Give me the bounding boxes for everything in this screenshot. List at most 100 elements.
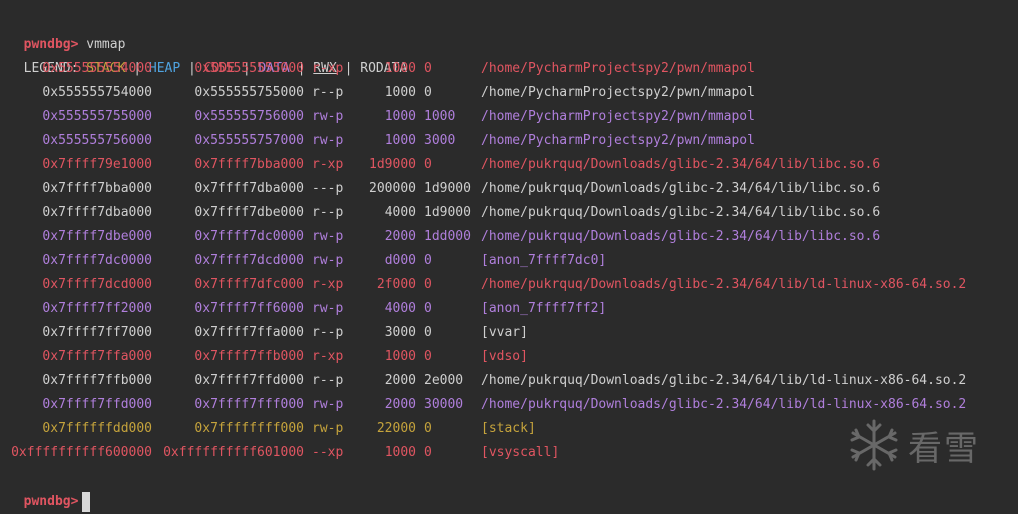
vmmap-offset: 30000 xyxy=(424,397,464,412)
vmmap-start: 0x7ffff7ffd000 xyxy=(42,397,152,412)
vmmap-perms: --xp xyxy=(312,445,344,460)
vmmap-offset: 0 xyxy=(424,349,432,364)
vmmap-perms: rw-p xyxy=(312,253,344,268)
vmmap-start: 0x555555554000 xyxy=(42,61,152,76)
vmmap-perms: ---p xyxy=(312,181,344,196)
vmmap-file: /home/PycharmProjectspy2/pwn/mmapol xyxy=(481,109,755,124)
vmmap-file: /home/pukrquq/Downloads/glibc-2.34/64/li… xyxy=(481,181,881,196)
vmmap-file: /home/pukrquq/Downloads/glibc-2.34/64/li… xyxy=(481,373,967,388)
vmmap-offset: 1d9000 xyxy=(424,181,471,196)
vmmap-perms: rw-p xyxy=(312,421,344,436)
vmmap-size: d000 xyxy=(384,253,416,268)
vmmap-perms: r--p xyxy=(312,325,344,340)
vmmap-file: /home/pukrquq/Downloads/glibc-2.34/64/li… xyxy=(481,205,881,220)
vmmap-file: [stack] xyxy=(481,421,536,436)
vmmap-end: 0x7ffffffff000 xyxy=(194,421,304,436)
vmmap-offset: 0 xyxy=(424,325,432,340)
vmmap-start: 0x7ffff7dba000 xyxy=(42,205,152,220)
prompt-label: pwndbg> xyxy=(23,494,79,509)
vmmap-size: 1000 xyxy=(384,109,416,124)
vmmap-row: 0x7ffff7ffd000 0x7ffff7fff000 rw-p 2000 3000… xyxy=(0,393,1018,417)
vmmap-perms: r--p xyxy=(312,373,344,388)
vmmap-offset: 0 xyxy=(424,157,432,172)
vmmap-end: 0x7ffff7ffb000 xyxy=(194,349,304,364)
vmmap-offset: 2e000 xyxy=(424,373,464,388)
vmmap-row: 0x7ffff7dc0000 0x7ffff7dcd000 rw-p d000 0 [an… xyxy=(0,249,1018,273)
vmmap-size: 1000 xyxy=(384,85,416,100)
vmmap-offset: 0 xyxy=(424,253,432,268)
vmmap-offset: 3000 xyxy=(424,133,456,148)
vmmap-offset: 0 xyxy=(424,61,432,76)
vmmap-size: 4000 xyxy=(384,301,416,316)
vmmap-end: 0x555555757000 xyxy=(194,133,304,148)
vmmap-file: /home/pukrquq/Downloads/glibc-2.34/64/li… xyxy=(481,229,881,244)
vmmap-row: 0x7ffff7ffb000 0x7ffff7ffd000 r--p 2000 2e00… xyxy=(0,369,1018,393)
vmmap-file: [vdso] xyxy=(481,349,528,364)
vmmap-start: 0x7ffff7bba000 xyxy=(42,181,152,196)
vmmap-perms: r--p xyxy=(312,205,344,220)
snowflake-icon xyxy=(850,419,898,471)
vmmap-start: 0x555555755000 xyxy=(42,109,152,124)
vmmap-end: 0x7ffff7fff000 xyxy=(194,397,304,412)
vmmap-start: 0xffffffffff600000 xyxy=(11,445,152,460)
vmmap-size: 4000 xyxy=(384,205,416,220)
vmmap-file: [anon_7ffff7dc0] xyxy=(481,253,607,268)
vmmap-offset: 1d9000 xyxy=(424,205,471,220)
vmmap-size: 2f000 xyxy=(376,277,416,292)
vmmap-end: 0x7ffff7dba000 xyxy=(194,181,304,196)
vmmap-row: 0x555555755000 0x555555756000 rw-p 1000 1000… xyxy=(0,105,1018,129)
vmmap-size: 1d9000 xyxy=(369,157,416,172)
vmmap-offset: 1000 xyxy=(424,109,456,124)
prompt-line-2[interactable]: pwndbg> xyxy=(8,466,91,512)
vmmap-row: 0x7ffff7ffa000 0x7ffff7ffb000 r-xp 1000 0 [vd… xyxy=(0,345,1018,369)
vmmap-offset: 0 xyxy=(424,421,432,436)
prompt-line-1: pwndbg> vmmap xyxy=(8,9,126,52)
vmmap-perms: r-xp xyxy=(312,157,344,172)
vmmap-row: 0x555555756000 0x555555757000 rw-p 1000 3000… xyxy=(0,129,1018,153)
vmmap-end: 0x7ffff7dc0000 xyxy=(194,229,304,244)
vmmap-end: 0x7ffff7dfc000 xyxy=(194,277,304,292)
vmmap-end: 0x7ffff7ffd000 xyxy=(194,373,304,388)
vmmap-size: 2000 xyxy=(384,229,416,244)
vmmap-end: 0x7ffff7dbe000 xyxy=(194,205,304,220)
vmmap-start: 0x555555754000 xyxy=(42,85,152,100)
vmmap-end: 0x7ffff7bba000 xyxy=(194,157,304,172)
vmmap-start: 0x7ffff7ffb000 xyxy=(42,373,152,388)
vmmap-perms: r-xp xyxy=(312,277,344,292)
vmmap-start: 0x7ffff7dcd000 xyxy=(42,277,152,292)
vmmap-offset: 0 xyxy=(424,301,432,316)
vmmap-row: 0x555555754000 0x555555755000 r--p 1000 0/ho… xyxy=(0,81,1018,105)
vmmap-end: 0x7ffff7ffa000 xyxy=(194,325,304,340)
vmmap-file: [vsyscall] xyxy=(481,445,560,460)
vmmap-perms: rw-p xyxy=(312,133,344,148)
vmmap-size: 2000 xyxy=(384,397,416,412)
vmmap-start: 0x7ffff7ffa000 xyxy=(42,349,152,364)
watermark-text: 看雪 xyxy=(908,428,980,469)
watermark: 看雪 xyxy=(846,415,1006,475)
vmmap-start: 0x7ffff79e1000 xyxy=(42,157,152,172)
vmmap-perms: rw-p xyxy=(312,301,344,316)
vmmap-size: 200000 xyxy=(369,181,416,196)
vmmap-perms: r--p xyxy=(312,85,344,100)
vmmap-row: 0x7ffff7dcd000 0x7ffff7dfc000 r-xp 2f000 0/h… xyxy=(0,273,1018,297)
vmmap-start: 0x7ffffffdd000 xyxy=(42,421,152,436)
vmmap-start: 0x7ffff7dc0000 xyxy=(42,253,152,268)
vmmap-perms: rw-p xyxy=(312,397,344,412)
vmmap-size: 1000 xyxy=(384,133,416,148)
vmmap-start: 0x7ffff7ff2000 xyxy=(42,301,152,316)
vmmap-file: [anon_7ffff7ff2] xyxy=(481,301,607,316)
vmmap-row: 0x555555554000 0x555555555000 r-xp 1000 0/ho… xyxy=(0,57,1018,81)
vmmap-file: /home/PycharmProjectspy2/pwn/mmapol xyxy=(481,85,755,100)
vmmap-file: /home/PycharmProjectspy2/pwn/mmapol xyxy=(481,133,755,148)
vmmap-end: 0x555555555000 xyxy=(194,61,304,76)
vmmap-offset: 0 xyxy=(424,445,432,460)
vmmap-file: /home/pukrquq/Downloads/glibc-2.34/64/li… xyxy=(481,277,967,292)
text-cursor xyxy=(82,491,91,512)
vmmap-size: 2000 xyxy=(384,373,416,388)
vmmap-file: /home/PycharmProjectspy2/pwn/mmapol xyxy=(481,61,755,76)
vmmap-row: 0x7ffff7dbe000 0x7ffff7dc0000 rw-p 2000 1dd0… xyxy=(0,225,1018,249)
vmmap-size: 22000 xyxy=(376,421,416,436)
vmmap-size: 1000 xyxy=(384,445,416,460)
vmmap-start: 0x7ffff7ff7000 xyxy=(42,325,152,340)
vmmap-perms: rw-p xyxy=(312,229,344,244)
